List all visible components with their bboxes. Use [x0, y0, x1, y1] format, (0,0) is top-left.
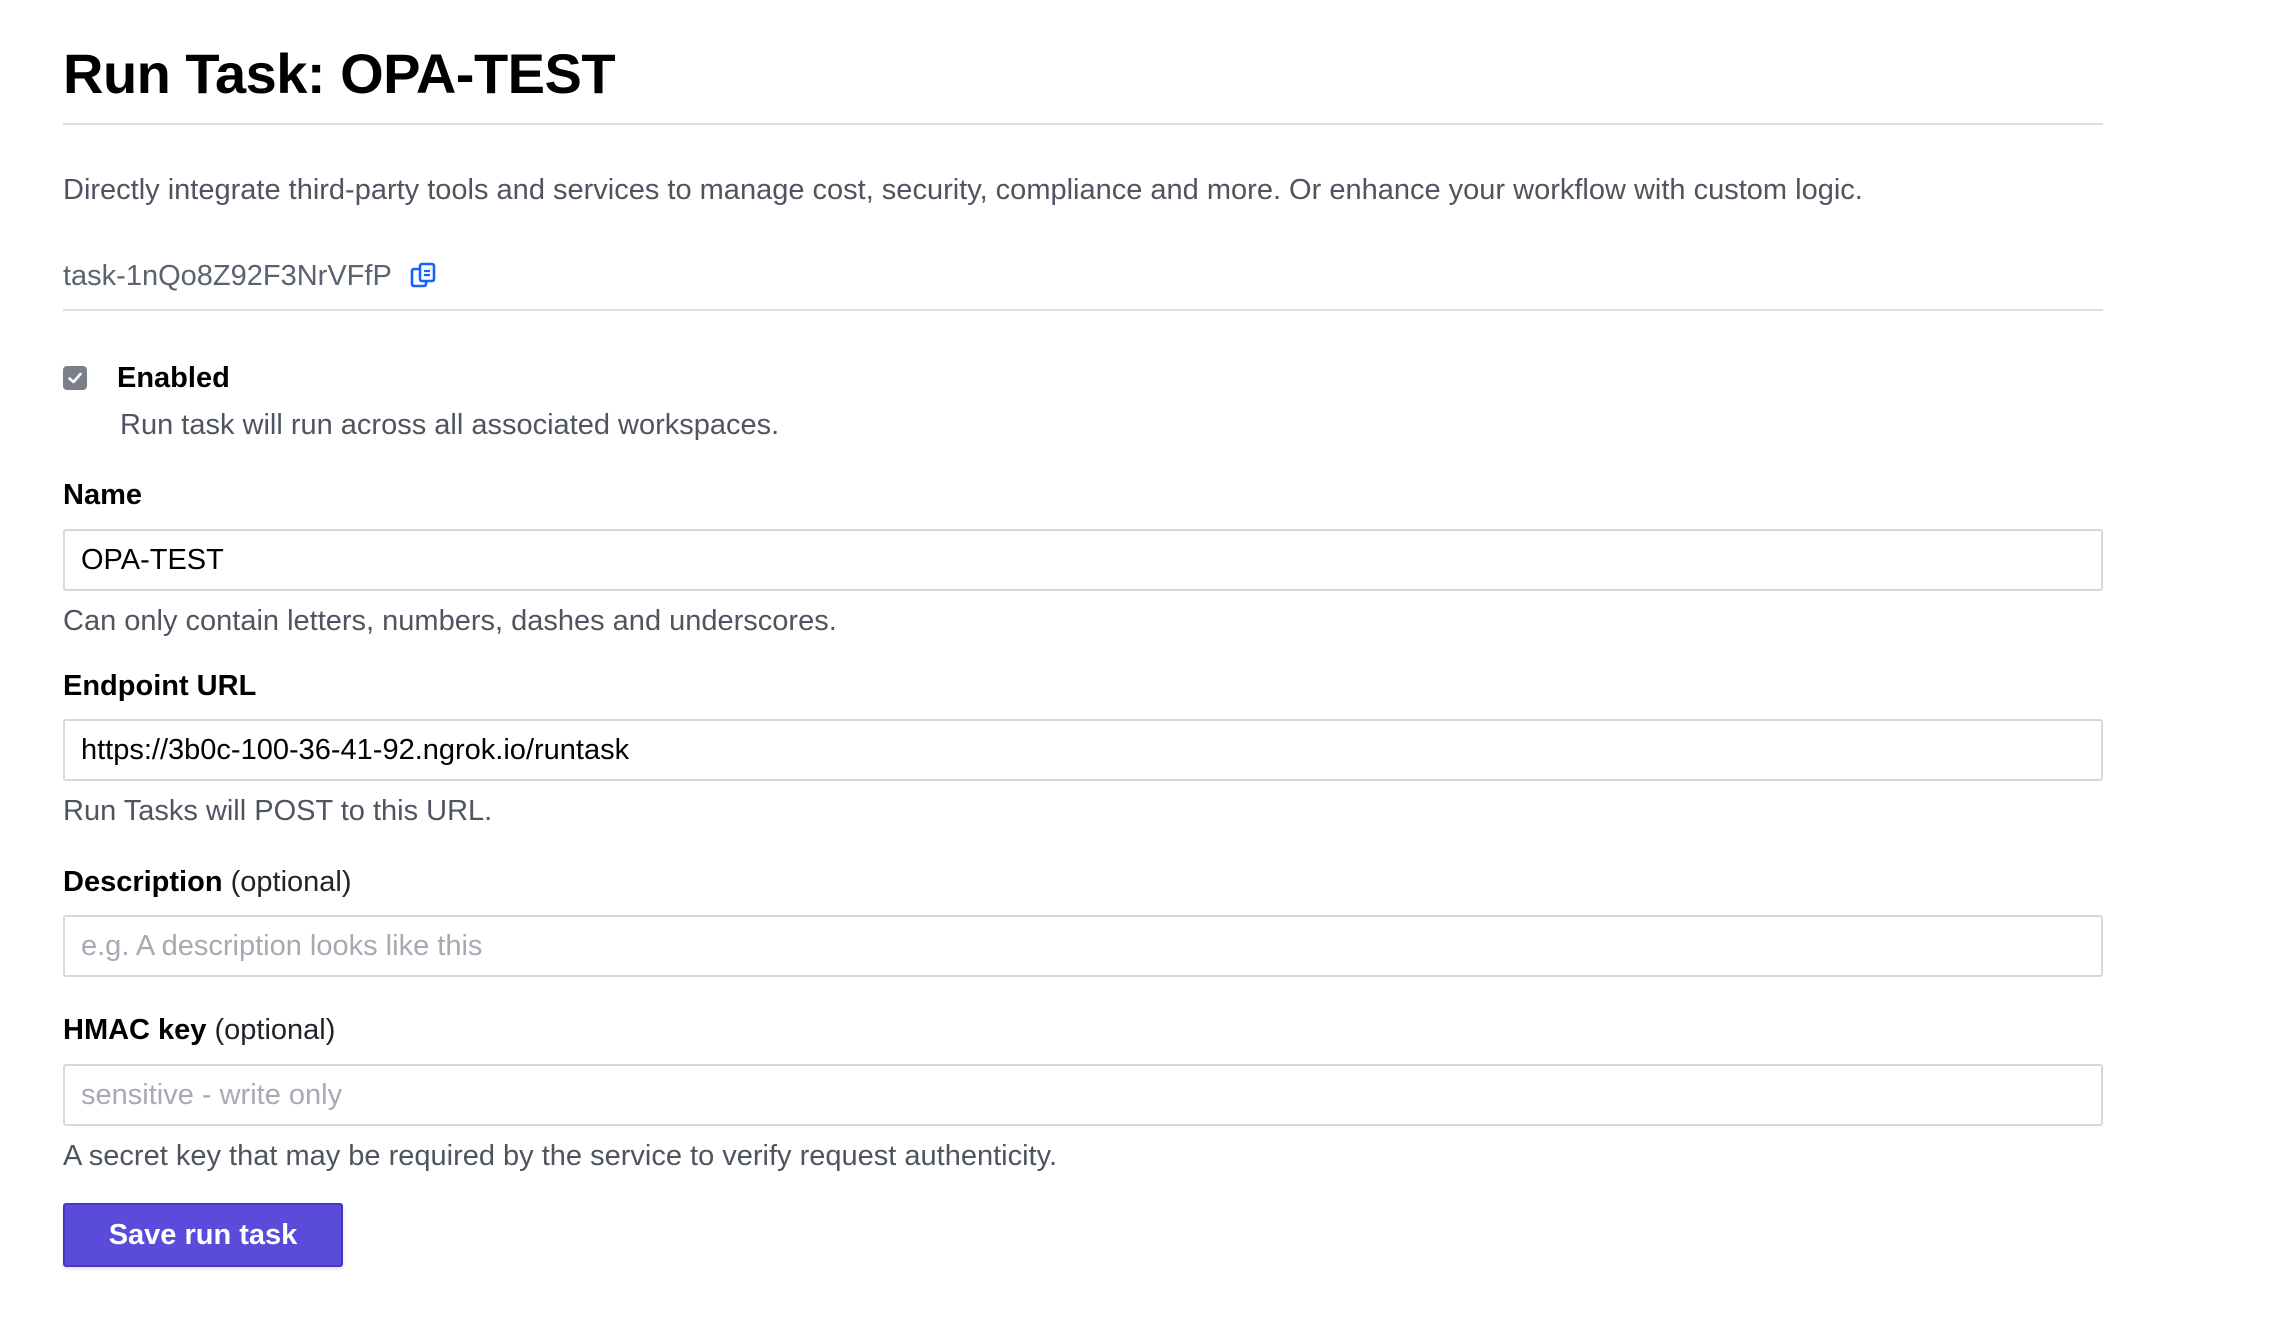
enabled-label[interactable]: Enabled	[117, 358, 230, 398]
check-icon	[68, 372, 82, 384]
endpoint-help: Run Tasks will POST to this URL.	[63, 795, 493, 827]
title-divider	[63, 123, 2103, 125]
hmac-optional: (optional)	[214, 1014, 336, 1046]
page-intro: Directly integrate third-party tools and…	[63, 174, 1863, 206]
copy-icon[interactable]	[408, 260, 440, 292]
task-id-row: task-1nQo8Z92F3NrVFfP	[63, 256, 440, 296]
page-title: Run Task: OPA-TEST	[63, 42, 616, 105]
description-label: Description (optional)	[63, 862, 352, 902]
name-label: Name	[63, 475, 142, 515]
endpoint-label-text: Endpoint URL	[63, 670, 257, 702]
description-optional: (optional)	[230, 866, 352, 898]
name-label-text: Name	[63, 479, 142, 511]
run-task-page: Run Task: OPA-TEST Directly integrate th…	[0, 0, 2282, 1336]
hmac-help: A secret key that may be required by the…	[63, 1140, 1058, 1172]
endpoint-label: Endpoint URL	[63, 666, 256, 706]
hmac-label: HMAC key (optional)	[63, 1010, 335, 1050]
description-input[interactable]	[63, 915, 2103, 977]
endpoint-url-input[interactable]	[63, 719, 2103, 781]
save-run-task-button[interactable]: Save run task	[63, 1203, 343, 1267]
enabled-help: Run task will run across all associated …	[120, 409, 780, 441]
name-input[interactable]	[63, 529, 2103, 591]
task-id-divider	[63, 309, 2103, 311]
name-help: Can only contain letters, numbers, dashe…	[63, 605, 837, 637]
task-id: task-1nQo8Z92F3NrVFfP	[63, 260, 392, 292]
enabled-checkbox[interactable]	[63, 366, 87, 390]
hmac-key-input[interactable]	[63, 1064, 2103, 1126]
enabled-row: Enabled	[63, 358, 230, 398]
description-label-text: Description	[63, 866, 223, 898]
hmac-label-text: HMAC key	[63, 1014, 207, 1046]
